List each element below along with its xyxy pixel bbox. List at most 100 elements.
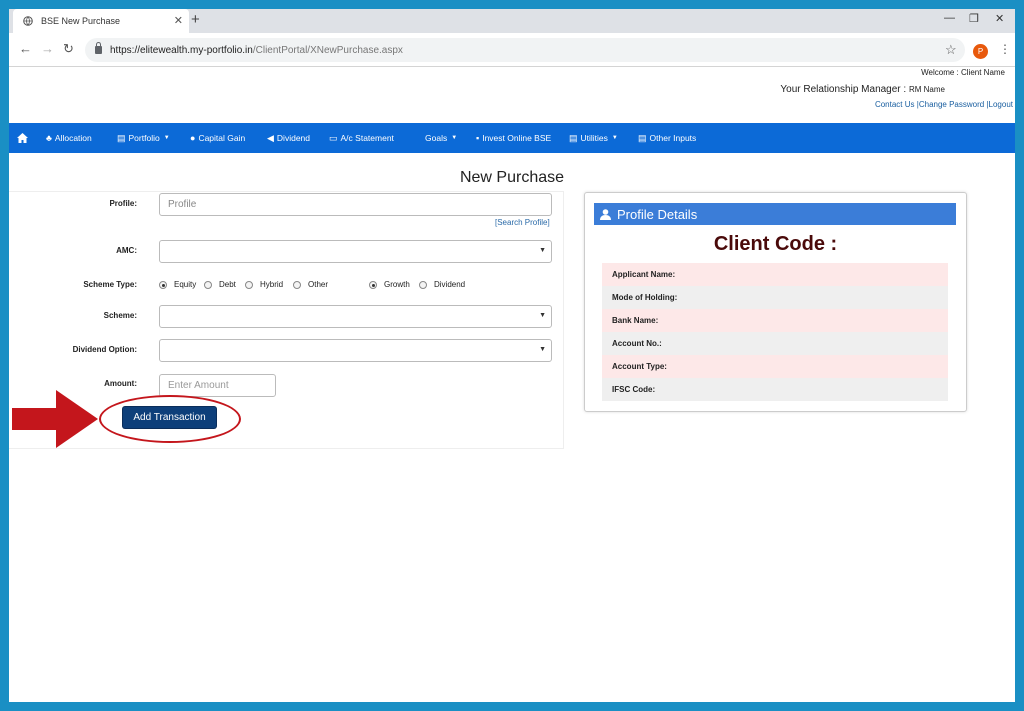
url-field[interactable]: https://elitewealth.my-portfolio.in/Clie… [85,38,965,62]
radio-label: Debt [219,280,236,289]
welcome-text: Welcome : Client Name [921,68,1005,77]
nav-label: Dividend [276,133,310,143]
nav-ac-statement[interactable]: ▭ A/c Statement [329,123,394,153]
radio-dot [204,280,212,289]
page-title: New Purchase [459,169,565,186]
bookmark-star-icon[interactable]: ☆ [945,42,957,58]
scheme-select[interactable]: ▼ [159,305,552,328]
radio-label: Other [308,280,329,289]
home-icon [17,133,28,143]
dividend-option-select[interactable]: ▼ [159,339,552,362]
mode-of-holding-row: Mode of Holding: [602,286,948,309]
radio-equity[interactable]: Equity [159,280,196,289]
bullhorn-icon: ◀ [267,132,274,143]
logout-link[interactable]: |Logout [986,100,1013,109]
radio-dot [369,280,377,289]
page-header: Welcome : Client Name Your Relationship … [9,67,1015,123]
welcome-label: Welcome : [921,68,959,77]
restore-icon[interactable]: ❐ [969,9,979,27]
radio-dot [159,280,167,289]
rm-label: Your Relationship Manager : [780,84,907,95]
menu-kebab-icon[interactable]: ⋮ [999,42,1011,56]
nav-label: Invest Online BSE [482,133,552,143]
radio-dot [245,280,253,289]
dropdown-arrow-icon: ▼ [539,247,546,254]
url-path: /ClientPortal/XNewPurchase.aspx [252,44,403,56]
nav-goals[interactable]: Goals ▼ [425,123,457,153]
bank-name-row: Bank Name: [602,309,948,332]
table-icon: ▤ [638,132,647,143]
ifsc-code-row: IFSC Code: [602,378,948,401]
change-password-link[interactable]: |Change Password [917,100,984,109]
radio-label: Growth [384,280,410,289]
amount-placeholder: Enter Amount [168,380,229,391]
profile-details-panel: Profile Details Client Code : Applicant … [584,192,967,412]
radio-label: Dividend [434,280,466,289]
nav-label: Other Inputs [649,133,697,143]
contact-us-link[interactable]: Contact Us [875,100,915,109]
account-type-row: Account Type: [602,355,948,378]
file-icon: ▭ [329,132,338,143]
nav-portfolio[interactable]: ▤ Portfolio ▼ [117,123,170,153]
search-profile-link[interactable]: [Search Profile] [495,218,550,227]
nav-utilities[interactable]: ▤ Utilities ▼ [569,123,618,153]
account-no-row: Account No.: [602,332,948,355]
radio-dot [293,280,301,289]
address-bar: ← → ↻ https://elitewealth.my-portfolio.i… [9,33,1015,67]
forward-icon[interactable]: → [41,41,54,56]
table-icon: ▤ [117,132,126,143]
radio-other[interactable]: Other [293,280,328,289]
lock-icon [95,42,102,54]
radio-debt[interactable]: Debt [204,280,236,289]
dividend-option-label: Dividend Option: [72,345,137,354]
tab-title: BSE New Purchase [41,16,121,26]
nav-capital-gain[interactable]: ● Capital Gain [190,123,245,153]
nav-invest-online-bse[interactable]: ▪ Invest Online BSE [476,123,551,153]
nav-label: A/c Statement [340,133,394,143]
nav-dividend[interactable]: ◀ Dividend [267,123,310,153]
profile-avatar[interactable]: P [973,44,988,59]
nav-home[interactable] [17,123,28,153]
amount-input[interactable]: Enter Amount [159,374,276,397]
nav-label: Allocation [54,133,92,143]
rm-name: RM Name [908,85,945,94]
amc-select[interactable]: ▼ [159,240,552,263]
nav-allocation[interactable]: ♣ Allocation [46,123,92,153]
main-nav: ♣ Allocation ▤ Portfolio ▼ ● Capital Gain ◀ D… [9,123,1015,153]
add-transaction-button[interactable]: Add Transaction [123,407,216,428]
close-window-icon[interactable]: ✕ [995,9,1004,27]
radio-hybrid[interactable]: Hybrid [245,280,283,289]
url-host: https://elitewealth.my-portfolio.in [110,44,253,56]
profile-details-header: Profile Details [594,203,956,225]
tab-strip: BSE New Purchase ✕ + — ❐ ✕ [9,9,1015,33]
caret-down-icon: ▼ [163,135,170,141]
radio-dividend[interactable]: Dividend [419,280,465,289]
client-name: Client Name [960,68,1005,77]
profile-label: Profile: [109,199,137,208]
reload-icon[interactable]: ↻ [63,41,74,57]
browser-tab[interactable]: BSE New Purchase ✕ [13,9,189,33]
relationship-manager: Your Relationship Manager : RM Name [780,84,945,95]
amount-label: Amount: [104,379,137,388]
red-arrow-annotation [12,390,98,448]
nav-label: Portfolio [128,133,160,143]
radio-dot [419,280,427,289]
scheme-label: Scheme: [103,311,137,320]
globe-icon [23,16,33,26]
nav-label: Goals [425,133,448,143]
dropdown-arrow-icon: ▼ [539,312,546,319]
browser-window: BSE New Purchase ✕ + — ❐ ✕ ← → ↻ https:/… [9,9,1015,702]
amc-label: AMC: [116,246,137,255]
profile-input[interactable]: Profile [159,193,552,216]
nav-other-inputs[interactable]: ▤ Other Inputs [638,123,696,153]
profile-placeholder: Profile [168,199,197,210]
new-tab-button[interactable]: + [191,11,200,28]
radio-growth[interactable]: Growth [369,280,410,289]
back-icon[interactable]: ← [19,41,32,56]
minimize-icon[interactable]: — [944,9,955,27]
tab-close-icon[interactable]: ✕ [174,14,183,27]
scheme-type-label: Scheme Type: [83,280,137,289]
caret-down-icon: ▼ [611,135,618,141]
applicant-name-row: Applicant Name: [602,263,948,286]
client-code: Client Code : [713,233,838,255]
